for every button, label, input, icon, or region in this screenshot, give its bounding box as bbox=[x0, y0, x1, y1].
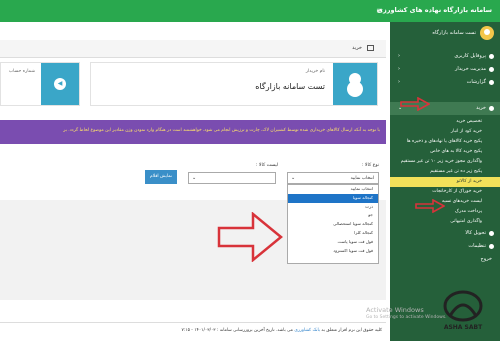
sidebar-subitem[interactable]: تخصیص خرید bbox=[390, 117, 500, 127]
watermark-logo: ASHA SABT bbox=[428, 286, 498, 338]
app-title: سامانه بازارگاه نهاده های کشاورزی bbox=[377, 6, 492, 14]
account-card: ◀ شماره حساب bbox=[0, 62, 80, 106]
product-list-label: لیست کالا : bbox=[255, 163, 278, 168]
sidebar-item-delivery[interactable]: تحویل کالا bbox=[390, 227, 500, 240]
sidebar-subitem[interactable]: واگذاری امتیهاتی bbox=[390, 217, 500, 227]
cart-icon bbox=[367, 45, 374, 51]
dropdown-option[interactable]: کنجاله سویا استحصالی bbox=[288, 220, 378, 229]
footer-text: کلیه حقوق این نرم افزار متعلق به بانک کش… bbox=[182, 328, 382, 333]
sidebar-item-buyer-management[interactable]: مدیریت خریدار ‹ bbox=[390, 63, 500, 76]
dropdown-option[interactable]: فول فت سویا اکسترود bbox=[288, 247, 378, 256]
chevron-left-icon: ‹ bbox=[398, 53, 400, 59]
buyer-caption: نام خریدار bbox=[305, 69, 325, 74]
sidebar-item-logout[interactable]: خروج bbox=[390, 253, 500, 266]
buyer-name: تست سامانه بازارگاه bbox=[255, 82, 325, 91]
sidebar-item-reports[interactable]: گزارشات ‹ bbox=[390, 76, 500, 89]
chevron-down-icon: ⌄ bbox=[291, 175, 296, 181]
notice-banner: با توجه به آنکه ارسال کالاهای خریداری شد… bbox=[0, 120, 386, 144]
big-red-arrow-icon bbox=[217, 212, 283, 262]
sidebar-item-profile[interactable]: پروفایل کاربری ‹ bbox=[390, 50, 500, 63]
logo-icon bbox=[443, 290, 483, 322]
bank-link[interactable]: بانک کشاورزی bbox=[294, 328, 320, 333]
play-icon: ◀ bbox=[54, 78, 66, 90]
user-name: تست سامانه بازارگاه bbox=[432, 30, 476, 36]
user-icon bbox=[333, 63, 377, 105]
chevron-down-icon: ⌄ bbox=[192, 175, 197, 181]
bullet-icon bbox=[489, 67, 494, 72]
dropdown-option[interactable]: کنجاله کلزا bbox=[288, 229, 378, 238]
sidebar-subitem[interactable]: پکیج خرید کالاهای یا نهادهای و ذخیره ها bbox=[390, 137, 500, 147]
bullet-icon bbox=[489, 106, 494, 111]
footer-prefix: کلیه حقوق این نرم افزار متعلق به bbox=[321, 328, 382, 333]
sidebar-subitem[interactable]: پکیج خرید کالا به های خاص bbox=[390, 147, 500, 157]
buyer-card: نام خریدار تست سامانه بازارگاه bbox=[90, 62, 378, 106]
red-arrow-icon bbox=[415, 199, 445, 213]
breadcrumb: خرید bbox=[0, 40, 386, 58]
account-icon-box: ◀ bbox=[41, 63, 79, 105]
product-list-select[interactable]: ⌄ bbox=[188, 172, 276, 184]
show-items-button[interactable]: نمایش اقلام bbox=[145, 170, 177, 184]
sidebar-item-label: تنظیمات bbox=[468, 243, 486, 249]
activate-windows-text: Activate Windows bbox=[366, 306, 424, 314]
footer-suffix: می باشد. تاریخ آخرین بروزرسانی سامانه : … bbox=[181, 328, 293, 333]
dropdown-option[interactable]: انتخاب نمایید bbox=[288, 185, 378, 194]
red-arrow-icon bbox=[400, 97, 430, 111]
bullet-icon bbox=[489, 244, 494, 249]
sidebar-item-label: خرید bbox=[476, 105, 486, 111]
sidebar-subitem[interactable]: خرید خوراک از کارخانجات bbox=[390, 187, 500, 197]
product-type-label: نوع کالا : bbox=[361, 163, 379, 168]
product-type-value: انتخاب نمایید bbox=[350, 176, 374, 181]
sidebar-subitem[interactable]: واگذاری مجوز خرید زیر ۱۰ تن غیر مستقیم bbox=[390, 157, 500, 167]
dropdown-option[interactable]: ذرت bbox=[288, 203, 378, 212]
sidebar-subitem[interactable]: خرید کود از انبار bbox=[390, 127, 500, 137]
sidebar-item-label: تحویل کالا bbox=[465, 230, 486, 236]
dropdown-option[interactable]: فول فت سویا پاست bbox=[288, 238, 378, 247]
watermark-brand: ASHA SABT bbox=[443, 324, 483, 331]
sidebar-menu: پروفایل کاربری ‹ مدیریت خریدار ‹ گزارشات… bbox=[390, 50, 500, 266]
sidebar-subitem-buy-from-catalog[interactable]: خرید از کالاتو bbox=[390, 177, 500, 187]
sidebar-item-label: مدیریت خریدار bbox=[454, 66, 486, 72]
top-header: ≡ سامانه بازارگاه نهاده های کشاورزی bbox=[0, 0, 500, 22]
sidebar-item-label: پروفایل کاربری bbox=[454, 53, 486, 59]
bullet-icon bbox=[489, 80, 494, 85]
sidebar-item-label: گزارشات bbox=[466, 79, 486, 85]
account-caption: شماره حساب bbox=[8, 69, 35, 74]
sidebar-subitem[interactable]: پرداخت مدرک bbox=[390, 207, 500, 217]
product-type-select[interactable]: انتخاب نمایید ⌄ bbox=[287, 172, 379, 184]
sidebar-item-label: خروج bbox=[480, 256, 493, 262]
breadcrumb-label: خرید bbox=[352, 45, 362, 51]
chevron-left-icon: ‹ bbox=[398, 79, 400, 85]
dropdown-option-selected[interactable]: کنجاله سویا bbox=[288, 193, 378, 203]
bullet-icon bbox=[489, 231, 494, 236]
bullet-icon bbox=[489, 54, 494, 59]
sidebar-item-settings[interactable]: تنظیمات bbox=[390, 240, 500, 253]
product-type-dropdown: انتخاب نمایید کنجاله سویا ذرت جو کنجاله … bbox=[287, 184, 379, 264]
user-panel: تست سامانه بازارگاه bbox=[390, 22, 500, 46]
avatar bbox=[480, 26, 494, 40]
footer: کلیه حقوق این نرم افزار متعلق به بانک کش… bbox=[0, 322, 386, 341]
chevron-left-icon: ‹ bbox=[398, 66, 400, 72]
sidebar-subitem[interactable]: لیست خریدهای نسیه bbox=[390, 197, 500, 207]
sidebar-subitem[interactable]: پکیج زیر ده تن غیر مستقیم bbox=[390, 167, 500, 177]
dropdown-option[interactable]: جو bbox=[288, 211, 378, 220]
notice-text: با توجه به آنکه ارسال کالاهای خریداری شد… bbox=[63, 128, 380, 133]
